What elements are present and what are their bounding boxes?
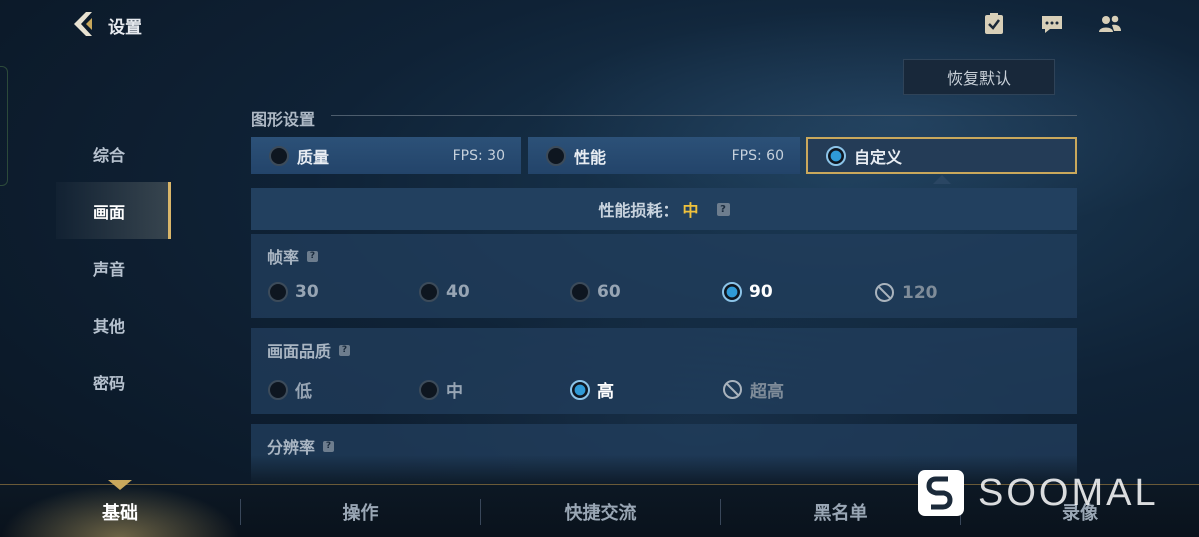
radio-icon xyxy=(546,145,566,166)
tab-controls[interactable]: 操作 xyxy=(241,485,480,537)
help-icon[interactable]: ? xyxy=(323,440,335,452)
sidebar-item-other[interactable]: 其他 xyxy=(56,296,171,353)
fps-option-90[interactable]: 90 xyxy=(722,282,773,302)
tab-basic[interactable]: 基础 xyxy=(0,485,240,537)
preset-quality[interactable]: 质量 FPS: 30 xyxy=(251,137,521,174)
radio-icon xyxy=(268,282,288,302)
quality-option-high[interactable]: 高 xyxy=(570,377,614,402)
fps-option-30[interactable]: 30 xyxy=(268,282,319,302)
help-icon[interactable]: ? xyxy=(339,344,351,356)
help-icon[interactable]: ? xyxy=(716,202,730,216)
radio-icon xyxy=(570,282,590,302)
preset-label: 性能 xyxy=(574,147,607,167)
radio-selected-icon xyxy=(722,282,742,302)
watermark-logo xyxy=(918,470,964,516)
sidebar-item-sound[interactable]: 声音 xyxy=(56,239,171,296)
radio-selected-icon xyxy=(826,145,846,166)
sidebar: 综合 画面 声音 其他 密码 xyxy=(56,125,171,410)
option-label: 30 xyxy=(295,282,319,302)
quality-option-ultra[interactable]: 超高 xyxy=(722,377,784,402)
sidebar-item-general[interactable]: 综合 xyxy=(56,125,171,182)
option-label: 40 xyxy=(446,282,470,302)
help-icon[interactable]: ? xyxy=(307,250,319,262)
disabled-icon xyxy=(723,380,742,399)
frame-rate-label: 帧率 xyxy=(267,248,300,267)
sidebar-item-password[interactable]: 密码 xyxy=(56,353,171,410)
selection-pointer xyxy=(933,175,951,184)
radio-icon xyxy=(419,282,439,302)
fps-option-60[interactable]: 60 xyxy=(570,282,621,302)
preset-performance[interactable]: 性能 FPS: 60 xyxy=(528,137,800,174)
preset-label: 质量 xyxy=(297,147,330,167)
option-label: 120 xyxy=(902,282,938,303)
option-label: 高 xyxy=(597,382,614,402)
side-handle[interactable] xyxy=(0,66,8,186)
fps-option-40[interactable]: 40 xyxy=(419,282,470,302)
restore-defaults-button[interactable]: 恢复默认 xyxy=(903,59,1055,95)
friends-icon[interactable] xyxy=(1098,12,1122,36)
chat-icon[interactable] xyxy=(1040,12,1064,36)
option-label: 90 xyxy=(749,282,773,302)
active-tab-indicator xyxy=(108,480,132,490)
page-title: 设置 xyxy=(108,18,142,38)
perf-label: 性能损耗： xyxy=(598,201,679,220)
frame-rate-block: 帧率 ? 30 40 60 90 120 xyxy=(251,234,1077,318)
preset-fps: FPS: 30 xyxy=(452,147,505,164)
preset-custom[interactable]: 自定义 xyxy=(806,137,1077,174)
disabled-icon xyxy=(875,283,894,302)
sidebar-item-display[interactable]: 画面 xyxy=(56,182,171,239)
option-label: 60 xyxy=(597,282,621,302)
task-icon[interactable] xyxy=(982,12,1006,36)
watermark-text: SOOMAL xyxy=(978,472,1159,514)
quality-option-medium[interactable]: 中 xyxy=(419,377,463,402)
quality-title: 画面品质 ? xyxy=(267,338,351,362)
back-arrow-icon[interactable] xyxy=(72,10,98,38)
section-title: 图形设置 xyxy=(251,110,316,129)
radio-selected-icon xyxy=(570,379,590,400)
tab-quick-chat[interactable]: 快捷交流 xyxy=(481,485,720,537)
perf-value: 中 xyxy=(682,201,699,220)
watermark-logo-icon xyxy=(926,476,953,510)
preset-fps: FPS: 60 xyxy=(731,147,784,164)
option-label: 中 xyxy=(446,382,463,402)
option-label: 低 xyxy=(295,382,312,402)
radio-icon xyxy=(419,379,439,400)
frame-rate-title: 帧率 ? xyxy=(267,244,319,268)
radio-icon xyxy=(268,379,288,400)
section-divider xyxy=(331,115,1077,116)
performance-cost-row: 性能损耗： 中 ? xyxy=(251,188,1077,230)
radio-icon xyxy=(269,145,289,166)
quality-option-low[interactable]: 低 xyxy=(268,377,312,402)
preset-label: 自定义 xyxy=(854,147,903,167)
fps-option-120[interactable]: 120 xyxy=(874,282,938,303)
option-label: 超高 xyxy=(750,382,784,402)
quality-block: 画面品质 ? 低 中 高 超高 xyxy=(251,328,1077,414)
quality-label: 画面品质 xyxy=(267,342,332,361)
